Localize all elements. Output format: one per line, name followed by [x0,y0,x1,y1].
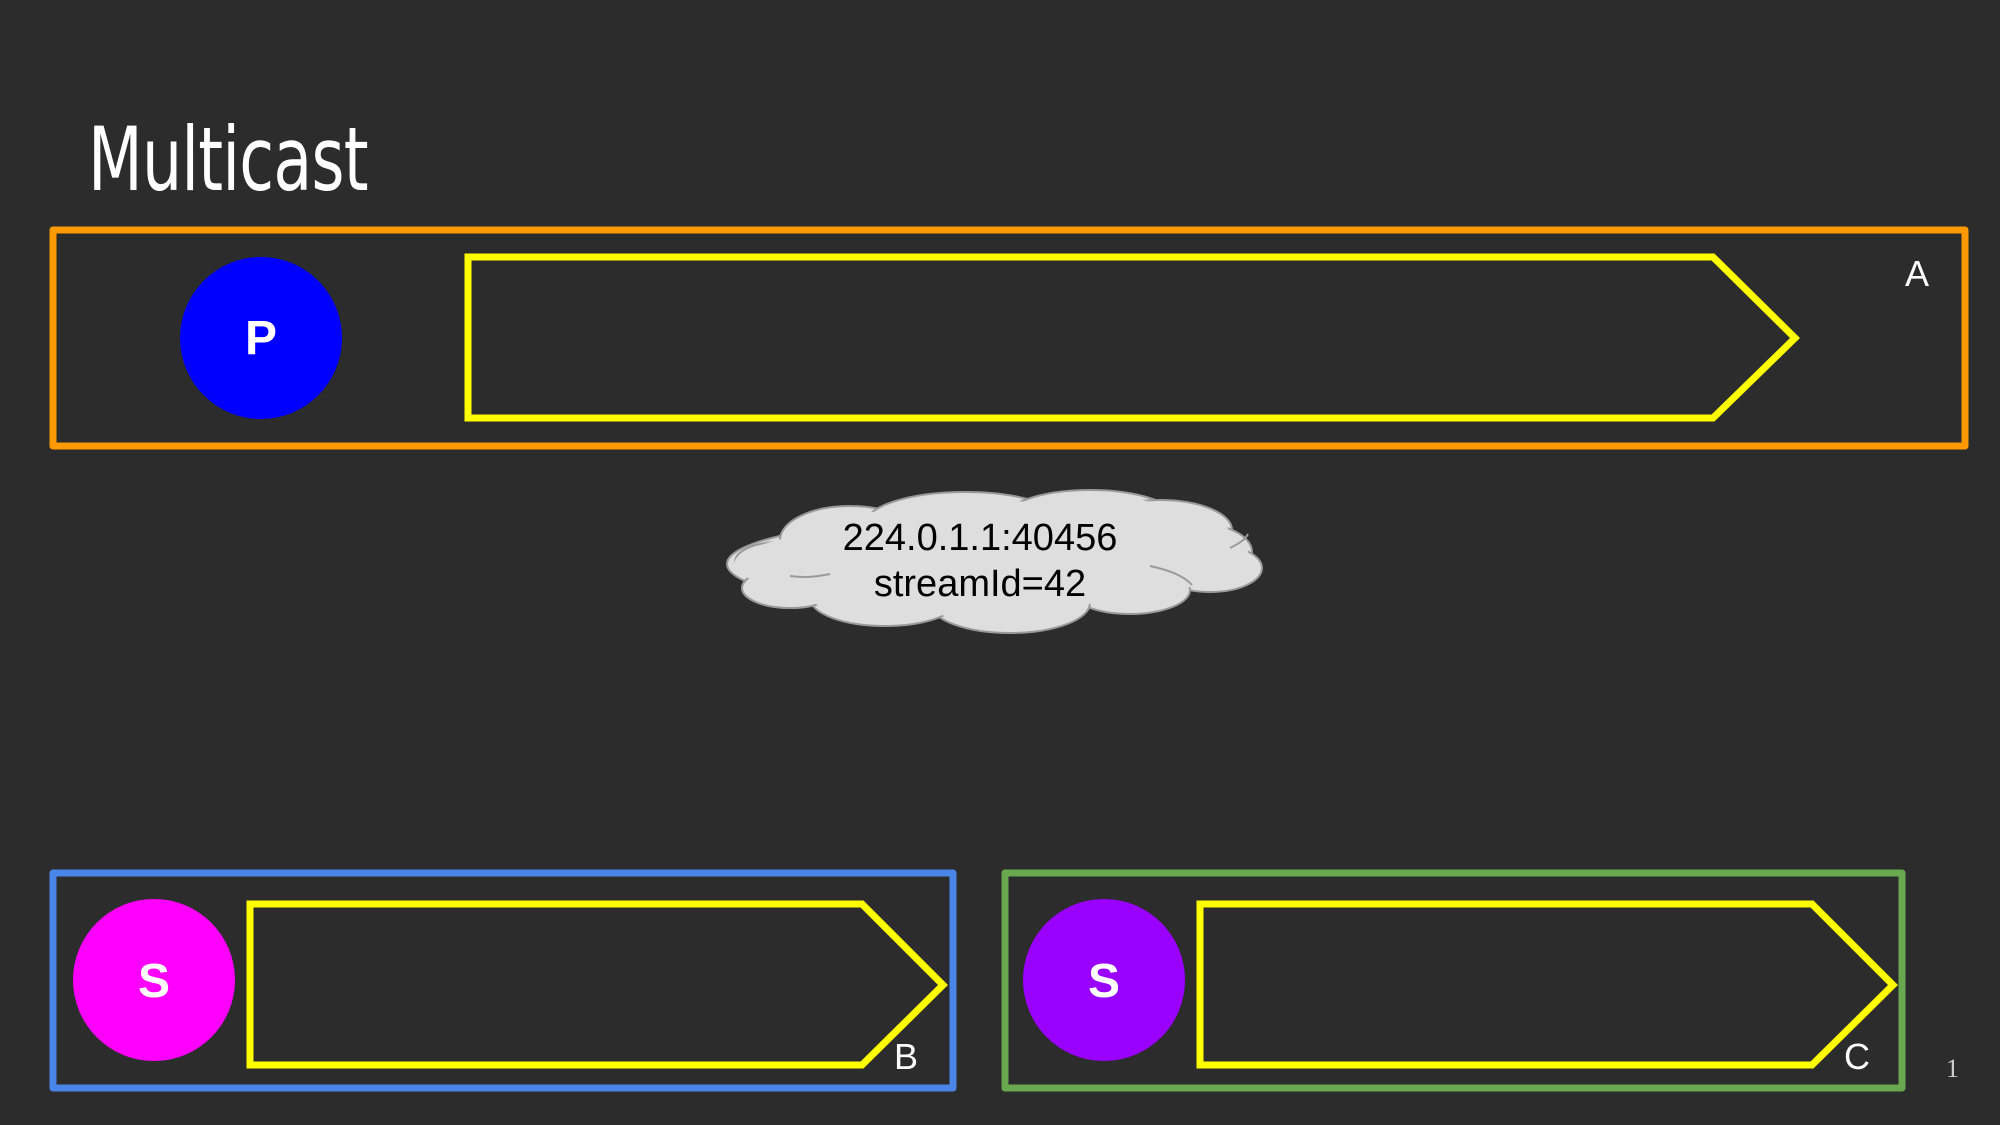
container-a-label: A [1905,253,1929,294]
container-c-label: C [1844,1036,1870,1077]
stream-arrow-a [464,253,1800,422]
multicast-cloud: 224.0.1.1:40456 streamId=42 [726,489,1263,634]
slide: Multicast A P 224.0.1.1:40456 streamId=4… [0,0,2000,1125]
cloud-stream-id: streamId=42 [874,563,1086,605]
stream-arrow-b [246,900,948,1069]
subscriber-c-group: S C [1001,869,1906,1092]
subscriber-b-group: S B [49,869,957,1092]
diagram-canvas: A P 224.0.1.1:40456 streamId=42 S B S C [49,226,1969,1092]
page-number: 1 [1946,1054,1959,1083]
stream-arrow-c [1196,900,1898,1069]
publisher-node-letter: P [245,312,277,365]
subscriber-b-node-letter: S [138,955,170,1008]
container-b-label: B [894,1036,918,1077]
cloud-address: 224.0.1.1:40456 [843,517,1118,559]
publisher-group: A P [49,226,1969,450]
subscriber-c-node-letter: S [1088,955,1120,1008]
